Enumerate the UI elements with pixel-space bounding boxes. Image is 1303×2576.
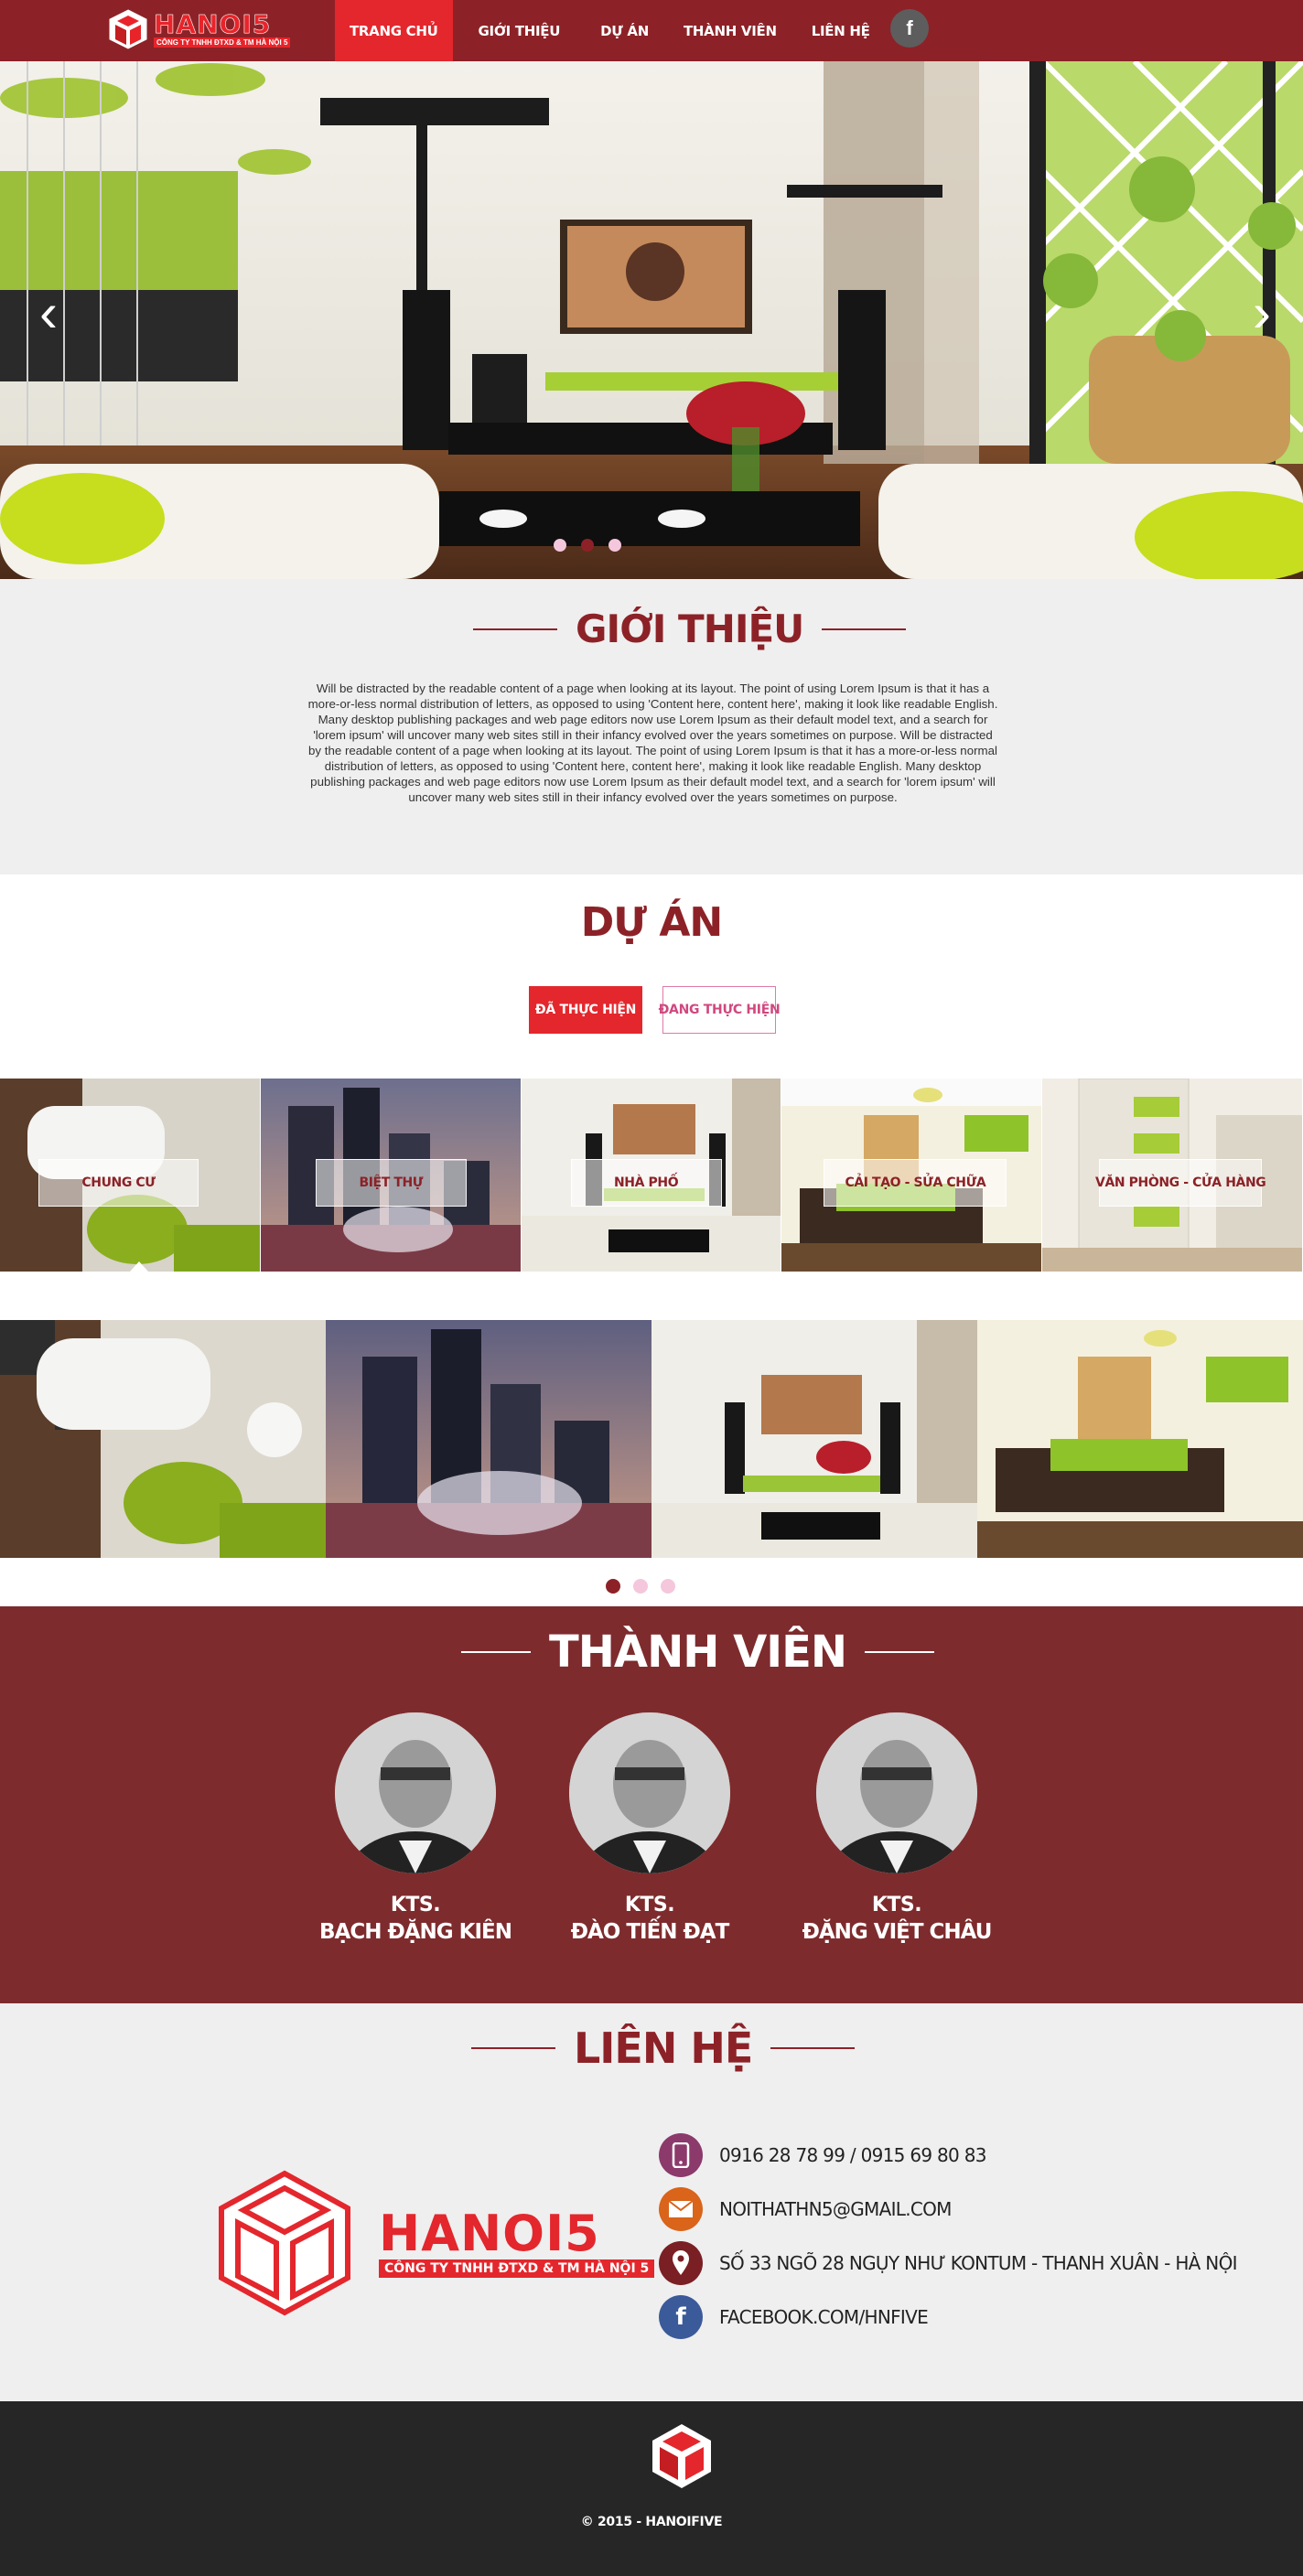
brand-name: HANOI5 — [154, 8, 272, 39]
main-nav: TRANG CHỦ GIỚI THIỆU DỰ ÁN THÀNH VIÊN LI… — [335, 0, 885, 61]
member-card[interactable]: KTS. ĐẶNG VIỆT CHÂU — [778, 1712, 1016, 1944]
gallery-image[interactable] — [326, 1320, 652, 1558]
contact-phone-text[interactable]: 0916 28 78 99 / 0915 69 80 83 — [719, 2144, 986, 2166]
hero-next-arrow-icon[interactable]: › — [1239, 281, 1285, 345]
site-header: HANOI5 CÔNG TY TNHH ĐTXD & TM HÀ NỘI 5 T… — [0, 0, 1303, 61]
member-name: BẠCH ĐẶNG KIÊN — [318, 1920, 512, 1944]
hero-dot[interactable] — [581, 539, 594, 552]
gallery-dot[interactable] — [606, 1579, 620, 1594]
category-chung-cu[interactable]: CHUNG CƯ — [0, 1079, 261, 1272]
title-divider — [822, 628, 907, 630]
members-title-text: THÀNH VIÊN — [549, 1626, 847, 1678]
member-role: KTS. — [871, 1894, 922, 1916]
title-divider — [471, 2047, 555, 2049]
hero-image — [0, 61, 1303, 579]
contact-list: 0916 28 78 99 / 0915 69 80 83 NOITHATHN5… — [659, 2133, 1238, 2349]
gallery-image[interactable] — [0, 1320, 326, 1558]
nav-item-lien-he[interactable]: LIÊN HỆ — [797, 0, 885, 61]
contact-logo: HANOI5 CÔNG TY TNHH ĐTXD & TM HÀ NỘI 5 — [216, 2168, 655, 2318]
members-title: THÀNH VIÊN — [461, 1626, 935, 1678]
tab-completed[interactable]: ĐÃ THỰC HIỆN — [529, 986, 642, 1034]
member-name: ĐẶNG VIỆT CHÂU — [802, 1920, 993, 1944]
member-name: ĐÀO TIẾN ĐẠT — [570, 1920, 730, 1944]
mail-icon — [659, 2187, 703, 2231]
about-title-text: GIỚI THIỆU — [576, 606, 804, 651]
projects-title: DỰ ÁN — [580, 899, 723, 946]
about-section: GIỚI THIỆU Will be distracted by the rea… — [0, 579, 1303, 875]
gallery-pagination — [606, 1579, 675, 1594]
logo-mark-icon[interactable] — [650, 2421, 714, 2491]
gallery-image[interactable] — [652, 1320, 977, 1558]
category-van-phong-cua-hang[interactable]: VĂN PHÒNG - CỬA HÀNG — [1042, 1079, 1303, 1272]
facebook-icon[interactable]: f — [890, 9, 929, 48]
hero-dot[interactable] — [608, 539, 621, 552]
about-body: Will be distracted by the readable conte… — [307, 682, 998, 804]
member-role: KTS. — [390, 1894, 441, 1916]
title-divider — [473, 628, 557, 630]
contact-address-text: SỐ 33 NGÕ 28 NGỤY NHƯ KONTUM - THANH XUÂ… — [719, 2252, 1238, 2274]
category-label: CHUNG CƯ — [38, 1159, 199, 1207]
hero-prev-arrow-icon[interactable]: ‹ — [26, 281, 71, 345]
brand-tagline: CÔNG TY TNHH ĐTXD & TM HÀ NỘI 5 — [379, 2259, 655, 2278]
contact-email: NOITHATHN5@GMAIL.COM — [659, 2187, 1237, 2231]
category-biet-thu[interactable]: BIỆT THỰ — [260, 1079, 522, 1272]
gallery-dot[interactable] — [633, 1579, 648, 1594]
brand-name: HANOI5 — [379, 2205, 600, 2262]
contact-email-text[interactable]: NOITHATHN5@GMAIL.COM — [719, 2198, 952, 2220]
members-section: THÀNH VIÊN KTS. BẠCH ĐẶNG KIÊN KTS. ĐÀO … — [0, 1606, 1303, 2003]
gallery-image[interactable] — [977, 1320, 1303, 1558]
projects-tabs: ĐÃ THỰC HIỆN ĐANG THỰC HIỆN — [529, 986, 781, 1034]
category-label: BIỆT THỰ — [315, 1159, 467, 1207]
title-divider — [461, 1651, 531, 1653]
footer-copyright: © 2015 - HANOIFIVE — [580, 2515, 723, 2529]
hero-dot[interactable] — [554, 539, 566, 552]
site-logo[interactable]: HANOI5 CÔNG TY TNHH ĐTXD & TM HÀ NỘI 5 — [108, 5, 300, 53]
hero-pagination — [554, 539, 621, 552]
site-footer: © 2015 - HANOIFIVE — [0, 2401, 1303, 2576]
nav-item-trang-chu[interactable]: TRANG CHỦ — [335, 0, 453, 61]
title-divider — [865, 1651, 935, 1653]
facebook-icon: f — [659, 2295, 703, 2339]
title-divider — [770, 2047, 856, 2049]
project-gallery — [0, 1320, 1303, 1558]
nav-item-gioi-thieu[interactable]: GIỚI THIỆU — [464, 0, 576, 61]
tab-in-progress[interactable]: ĐANG THỰC HIỆN — [659, 986, 781, 1034]
contact-facebook-text[interactable]: FACEBOOK.COM/HNFIVE — [719, 2306, 929, 2328]
logo-mark-icon — [109, 9, 147, 49]
contact-address: SỐ 33 NGÕ 28 NGỤY NHƯ KONTUM - THANH XUÂ… — [659, 2241, 1238, 2285]
member-role: KTS. — [624, 1894, 675, 1916]
nav-item-thanh-vien[interactable]: THÀNH VIÊN — [669, 0, 791, 61]
location-icon — [659, 2241, 703, 2285]
category-nha-pho[interactable]: NHÀ PHỐ — [521, 1079, 782, 1272]
contact-title: LIÊN HỆ — [471, 2023, 856, 2073]
gallery-dot[interactable] — [661, 1579, 675, 1594]
contact-phone: 0916 28 78 99 / 0915 69 80 83 — [659, 2133, 1237, 2177]
category-label: CẢI TẠO - SỬA CHỮA — [824, 1159, 1007, 1207]
category-cai-tao-sua-chua[interactable]: CẢI TẠO - SỬA CHỮA — [781, 1079, 1043, 1272]
about-title: GIỚI THIỆU — [473, 606, 907, 651]
category-label: NHÀ PHỐ — [570, 1159, 722, 1207]
hero-slider: ‹ › — [0, 61, 1303, 579]
avatar — [816, 1712, 977, 1873]
member-card[interactable]: KTS. ĐÀO TIẾN ĐẠT — [531, 1712, 769, 1944]
contact-facebook: f FACEBOOK.COM/HNFIVE — [659, 2295, 1237, 2339]
contact-section: LIÊN HỆ HANOI5 CÔNG TY TNHH ĐTXD & TM HÀ… — [0, 2003, 1303, 2401]
avatar — [335, 1712, 496, 1873]
member-card[interactable]: KTS. BẠCH ĐẶNG KIÊN — [296, 1712, 534, 1944]
project-categories: CHUNG CƯ BIỆT THỰ NHÀ PHỐ CẢI TẠO - SỬA … — [0, 1079, 1303, 1272]
contact-title-text: LIÊN HỆ — [574, 2023, 753, 2073]
category-label: VĂN PHÒNG - CỬA HÀNG — [1095, 1159, 1266, 1207]
logo-mark-icon — [219, 2170, 350, 2316]
avatar — [569, 1712, 730, 1873]
nav-item-du-an[interactable]: DỰ ÁN — [586, 0, 663, 61]
phone-icon — [659, 2133, 703, 2177]
brand-tagline: CÔNG TY TNHH ĐTXD & TM HÀ NỘI 5 — [154, 37, 291, 48]
